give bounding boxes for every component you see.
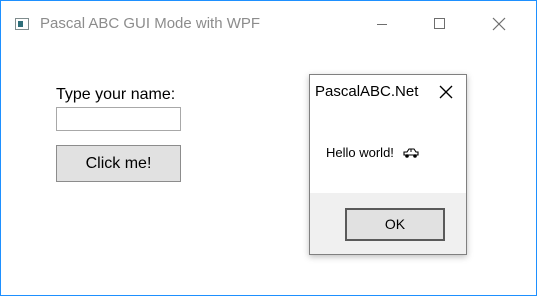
dialog-footer: OK bbox=[310, 193, 466, 254]
minimize-icon bbox=[377, 24, 387, 25]
dialog-message: Hello world! bbox=[326, 145, 420, 160]
main-window: Pascal ABC GUI Mode with WPF Type your n… bbox=[1, 1, 536, 295]
app-window-icon bbox=[15, 18, 29, 30]
dialog-title: PascalABC.Net bbox=[315, 83, 419, 100]
close-icon bbox=[492, 17, 506, 31]
dialog-message-text: Hello world! bbox=[326, 145, 394, 160]
name-label: Type your name: bbox=[56, 86, 176, 103]
car-icon bbox=[402, 148, 419, 158]
minimize-button[interactable] bbox=[370, 12, 394, 36]
message-dialog: PascalABC.Net Hello world! OK bbox=[309, 74, 467, 255]
maximize-button[interactable] bbox=[428, 12, 452, 36]
ok-button[interactable]: OK bbox=[345, 208, 445, 241]
name-input[interactable] bbox=[56, 107, 181, 131]
close-icon bbox=[439, 85, 453, 99]
maximize-icon bbox=[434, 18, 445, 29]
window-title: Pascal ABC GUI Mode with WPF bbox=[40, 15, 261, 32]
dialog-close-button[interactable] bbox=[437, 83, 455, 101]
click-me-button[interactable]: Click me! bbox=[56, 145, 181, 182]
close-button[interactable] bbox=[487, 12, 511, 36]
title-bar[interactable]: Pascal ABC GUI Mode with WPF bbox=[1, 1, 536, 48]
